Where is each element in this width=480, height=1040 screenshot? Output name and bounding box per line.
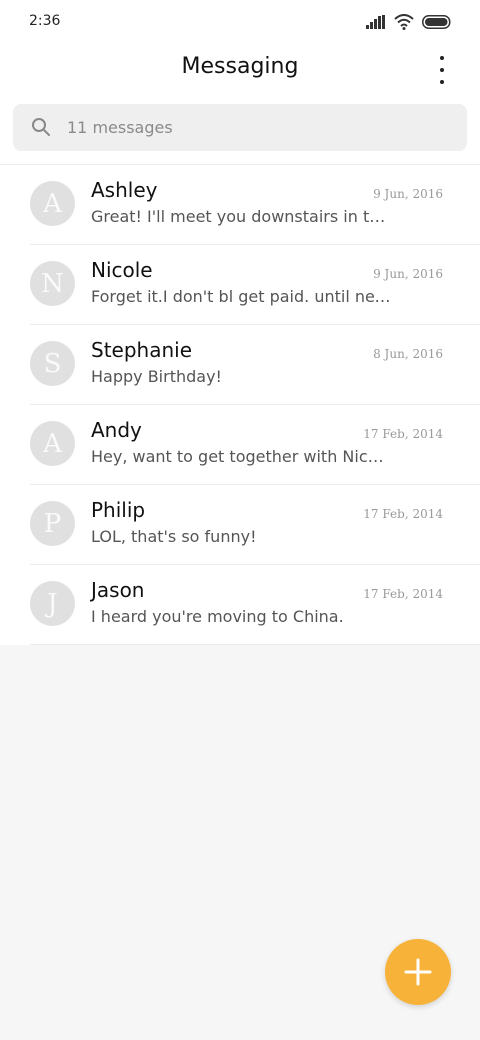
contact-name: Nicole [91,258,153,282]
search-icon [32,118,50,136]
message-date: 17 Feb, 2014 [363,427,443,441]
status-bar: 2:36 [0,0,480,44]
conversation-row-andy[interactable]: A Andy 17 Feb, 2014 Hey, want to get tog… [0,405,480,485]
message-date: 17 Feb, 2014 [363,507,443,521]
message-preview: Forget it.I don't bl get paid. until nex… [91,287,391,306]
conversation-row-philip[interactable]: P Philip 17 Feb, 2014 LOL, that's so fun… [0,485,480,565]
avatar: J [30,581,75,626]
conversation-row-ashley[interactable]: A Ashley 9 Jun, 2016 Great! I'll meet yo… [0,165,480,245]
message-preview: LOL, that's so funny! [91,527,257,546]
signal-icon [366,15,385,29]
avatar: A [30,181,75,226]
contact-name: Jason [91,578,145,602]
message-date: 9 Jun, 2016 [373,267,443,281]
more-vertical-icon[interactable] [430,56,454,84]
avatar: A [30,421,75,466]
contact-name: Andy [91,418,142,442]
avatar: N [30,261,75,306]
message-date: 9 Jun, 2016 [373,187,443,201]
conversation-row-stephanie[interactable]: S Stephanie 8 Jun, 2016 Happy Birthday! [0,325,480,405]
message-preview: I heard you're moving to China. [91,607,344,626]
message-preview: Hey, want to get together with Nicole to… [91,447,391,466]
status-icons [366,12,452,32]
new-message-button[interactable] [385,939,451,1005]
contact-name: Stephanie [91,338,193,362]
search-input[interactable] [67,104,447,151]
conversation-list: A Ashley 9 Jun, 2016 Great! I'll meet yo… [0,165,480,645]
message-preview: Great! I'll meet you downstairs in ten m… [91,207,391,226]
page-title: Messaging [181,54,299,79]
message-preview: Happy Birthday! [91,367,222,386]
status-time: 2:36 [29,13,61,29]
conversation-row-jason[interactable]: J Jason 17 Feb, 2014 I heard you're movi… [0,565,480,645]
contact-name: Ashley [91,178,158,202]
message-date: 17 Feb, 2014 [363,587,443,601]
avatar: S [30,341,75,386]
conversation-row-nicole[interactable]: N Nicole 9 Jun, 2016 Forget it.I don't b… [0,245,480,325]
battery-icon [422,15,451,29]
message-date: 8 Jun, 2016 [373,347,443,361]
wifi-icon [394,14,414,30]
search-bar[interactable] [13,104,467,151]
avatar: P [30,501,75,546]
app-header: Messaging [0,48,480,90]
plus-icon [404,958,432,986]
contact-name: Philip [91,498,146,522]
